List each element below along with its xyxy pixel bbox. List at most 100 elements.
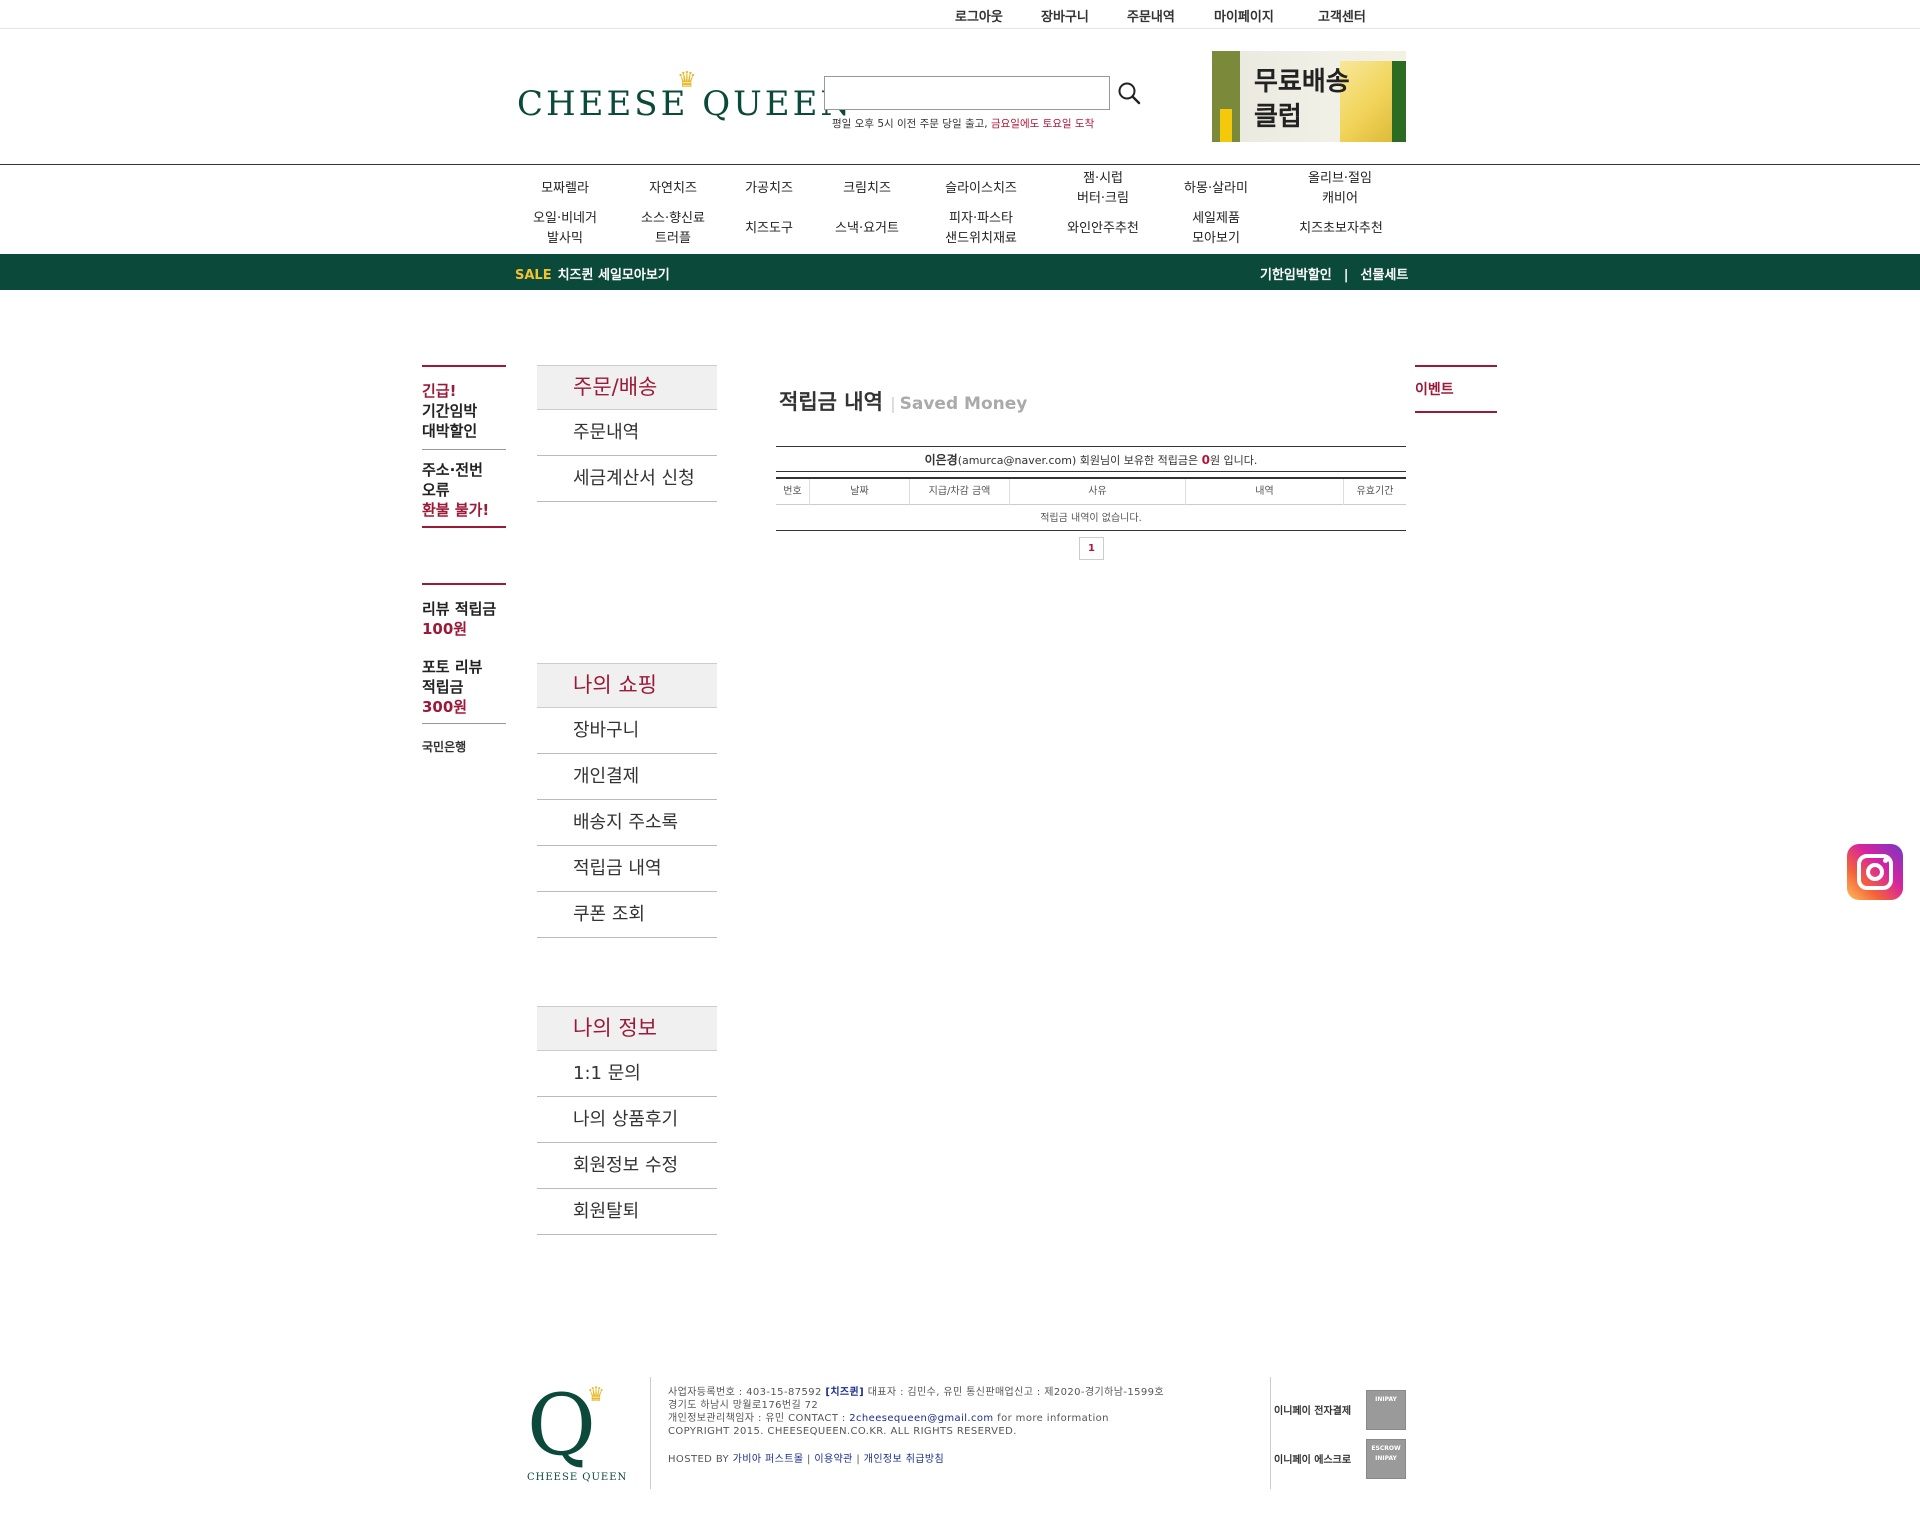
sale-text: 치즈퀸 세일모아보기 [557, 268, 670, 283]
menu-group-order: 주문/배송 주문내역 세금계산서 신청 [537, 365, 717, 502]
category-item[interactable]: 자연치즈 [638, 179, 708, 199]
menu-item-address-book[interactable]: 배송지 주소록 [537, 800, 717, 846]
menu-item-inquiry[interactable]: 1:1 문의 [537, 1051, 717, 1097]
footer-company-info: 사업자등록번호 : 403-15-87592 [치즈퀸] 대표자 : 김민수, … [668, 1387, 1164, 1437]
category-item[interactable]: 모짜렐라 [530, 179, 600, 199]
col-detail: 내역 [1186, 479, 1344, 505]
mypage-link[interactable]: 마이페이지 [1214, 6, 1274, 25]
category-item[interactable]: 크림치즈 [832, 179, 902, 199]
contact-email[interactable]: 2cheesequeen@gmail.com [849, 1413, 993, 1424]
menu-head-info: 나의 정보 [537, 1006, 717, 1051]
notice-text: 기간임박 대박할인 [422, 402, 478, 440]
privacy-link[interactable]: 개인정보 취급방침 [864, 1454, 944, 1465]
menu-head-order: 주문/배송 [537, 365, 717, 410]
crown-icon: ♛ [587, 1382, 605, 1406]
cheese-cube-image [1340, 61, 1406, 142]
category-item[interactable]: 치즈도구 [734, 219, 804, 239]
category-item[interactable]: 스낵·요거트 [826, 219, 908, 239]
inipay-badge[interactable]: INIPAY [1366, 1390, 1406, 1430]
category-item[interactable]: 오일·비네거 발사믹 [524, 209, 606, 249]
logout-link[interactable]: 로그아웃 [955, 6, 1003, 25]
menu-item-coupons[interactable]: 쿠폰 조회 [537, 892, 717, 938]
col-expiry: 유효기간 [1356, 486, 1394, 497]
col-number: 번호 [776, 479, 810, 505]
menu-item-personal-payment[interactable]: 개인결제 [537, 754, 717, 800]
cart-link[interactable]: 장바구니 [1041, 6, 1089, 25]
menu-item-cart[interactable]: 장바구니 [537, 708, 717, 754]
menu-item-edit-profile[interactable]: 회원정보 수정 [537, 1143, 717, 1189]
inipay-payment-label: 이니페이 전자결제 [1274, 1406, 1352, 1417]
customer-center-link[interactable]: 고객센터 [1318, 6, 1366, 25]
notice-divider [422, 449, 506, 450]
notice-text: 리뷰 적립금 [422, 600, 497, 618]
menu-item-withdraw[interactable]: 회원탈퇴 [537, 1189, 717, 1235]
notice-line [422, 583, 506, 585]
search-icon[interactable] [1116, 80, 1142, 106]
site-logo[interactable]: CHEESE QUEEN ♛ [517, 68, 850, 128]
notice-amount: 300원 [422, 698, 468, 716]
category-item[interactable]: 가공치즈 [734, 179, 804, 199]
footer-logo: Q ♛ CHEESE QUEEN [525, 1380, 626, 1485]
escrow-badge[interactable]: ESCROW INIPAY [1366, 1439, 1406, 1479]
points-table-header: 번호 날짜 지급/차감 금액 사유 내역 유효기간 [776, 477, 1406, 505]
category-item[interactable]: 치즈초보자추천 [1290, 219, 1392, 239]
page-number[interactable]: 1 [1079, 537, 1104, 560]
category-item[interactable]: 소스·향신료 트러플 [632, 209, 714, 249]
notice-urgent: 긴급! [422, 382, 457, 400]
top-utility-bar: 로그아웃 장바구니 주문내역 마이페이지 고객센터 [0, 0, 1920, 29]
crown-icon: ♛ [677, 68, 697, 93]
footer-divider [1270, 1377, 1271, 1489]
sale-collection-link[interactable]: SALE 치즈퀸 세일모아보기 [515, 264, 670, 283]
page-title: 적립금 내역 | Saved Money [779, 390, 1028, 414]
hosting-link[interactable]: 가비아 퍼스트몰 [733, 1454, 804, 1465]
menu-item-my-reviews[interactable]: 나의 상품후기 [537, 1097, 717, 1143]
instagram-icon[interactable] [1847, 844, 1903, 900]
notice-divider [422, 723, 506, 724]
terms-link[interactable]: 이용약관 [814, 1454, 852, 1465]
points-summary: 이은경(amurca@naver.com) 회원님이 보유한 적립금은 0원 입… [776, 446, 1406, 472]
search-input[interactable] [824, 76, 1110, 110]
shipping-note: 평일 오후 5시 이전 주문 당일 출고, 금요일에도 토요일 도착 [832, 118, 1095, 130]
event-link[interactable]: 이벤트 [1415, 367, 1497, 411]
category-item[interactable]: 하몽·살라미 [1176, 179, 1256, 199]
footer-links: HOSTED BY 가비아 퍼스트몰 | 이용약관 | 개인정보 취급방침 [668, 1454, 945, 1465]
category-item[interactable]: 잼·시럽 버터·크림 [1068, 169, 1138, 209]
review-points-notice: 리뷰 적립금 100원 포토 리뷰 적립금 300원 [422, 583, 506, 724]
menu-item-points-history[interactable]: 적립금 내역 [537, 846, 717, 892]
inipay-escrow-label: 이니페이 에스크로 [1274, 1455, 1352, 1466]
menu-group-info: 나의 정보 1:1 문의 나의 상품후기 회원정보 수정 회원탈퇴 [537, 1006, 717, 1235]
notice-line [422, 365, 506, 367]
bank-label: 국민은행 [422, 740, 467, 754]
notice-line [422, 526, 506, 528]
orders-link[interactable]: 주문내역 [1127, 6, 1175, 25]
banner-line2: 클럽 [1254, 102, 1302, 132]
menu-group-shopping: 나의 쇼핑 장바구니 개인결제 배송지 주소록 적립금 내역 쿠폰 조회 [537, 663, 717, 938]
expiry-discount-link[interactable]: 기한임박할인 [1260, 268, 1332, 283]
empty-message: 적립금 내역이 없습니다. [776, 506, 1406, 531]
menu-item-tax-invoice[interactable]: 세금계산서 신청 [537, 456, 717, 502]
notice-warning: 환불 불가! [422, 501, 490, 519]
category-item[interactable]: 올리브·절임 캐비어 [1300, 169, 1380, 209]
notice-text: 포토 리뷰 적립금 [422, 658, 483, 696]
menu-item-orders[interactable]: 주문내역 [537, 410, 717, 456]
banner-decoration [1212, 51, 1240, 142]
free-shipping-club-banner[interactable]: 무료배송 클럽 [1212, 51, 1406, 142]
category-item[interactable]: 와인안주추천 [1060, 219, 1146, 239]
col-date: 날짜 [810, 479, 910, 505]
header-divider [0, 164, 1920, 165]
col-amount: 지급/차감 금액 [910, 479, 1010, 505]
category-item[interactable]: 세일제품 모아보기 [1176, 209, 1256, 249]
category-item[interactable]: 슬라이스치즈 [936, 179, 1026, 199]
promo-right-links: 기한임박할인 | 선물세트 [1260, 264, 1408, 283]
promo-bar: SALE 치즈퀸 세일모아보기 기한임박할인 | 선물세트 [0, 254, 1920, 290]
event-box: 이벤트 [1415, 365, 1497, 413]
banner-line1: 무료배송 [1254, 67, 1350, 97]
separator: | [1343, 268, 1349, 283]
footer-divider [650, 1377, 651, 1489]
category-item[interactable]: 피자·파스타 샌드위치재료 [930, 209, 1032, 249]
footer-logo-name: CHEESE QUEEN [527, 1472, 628, 1483]
sale-tag: SALE [515, 268, 552, 283]
notice-amount: 100원 [422, 620, 468, 638]
notice-text: 주소·전번 오류 [422, 461, 483, 499]
gift-set-link[interactable]: 선물세트 [1361, 268, 1409, 283]
